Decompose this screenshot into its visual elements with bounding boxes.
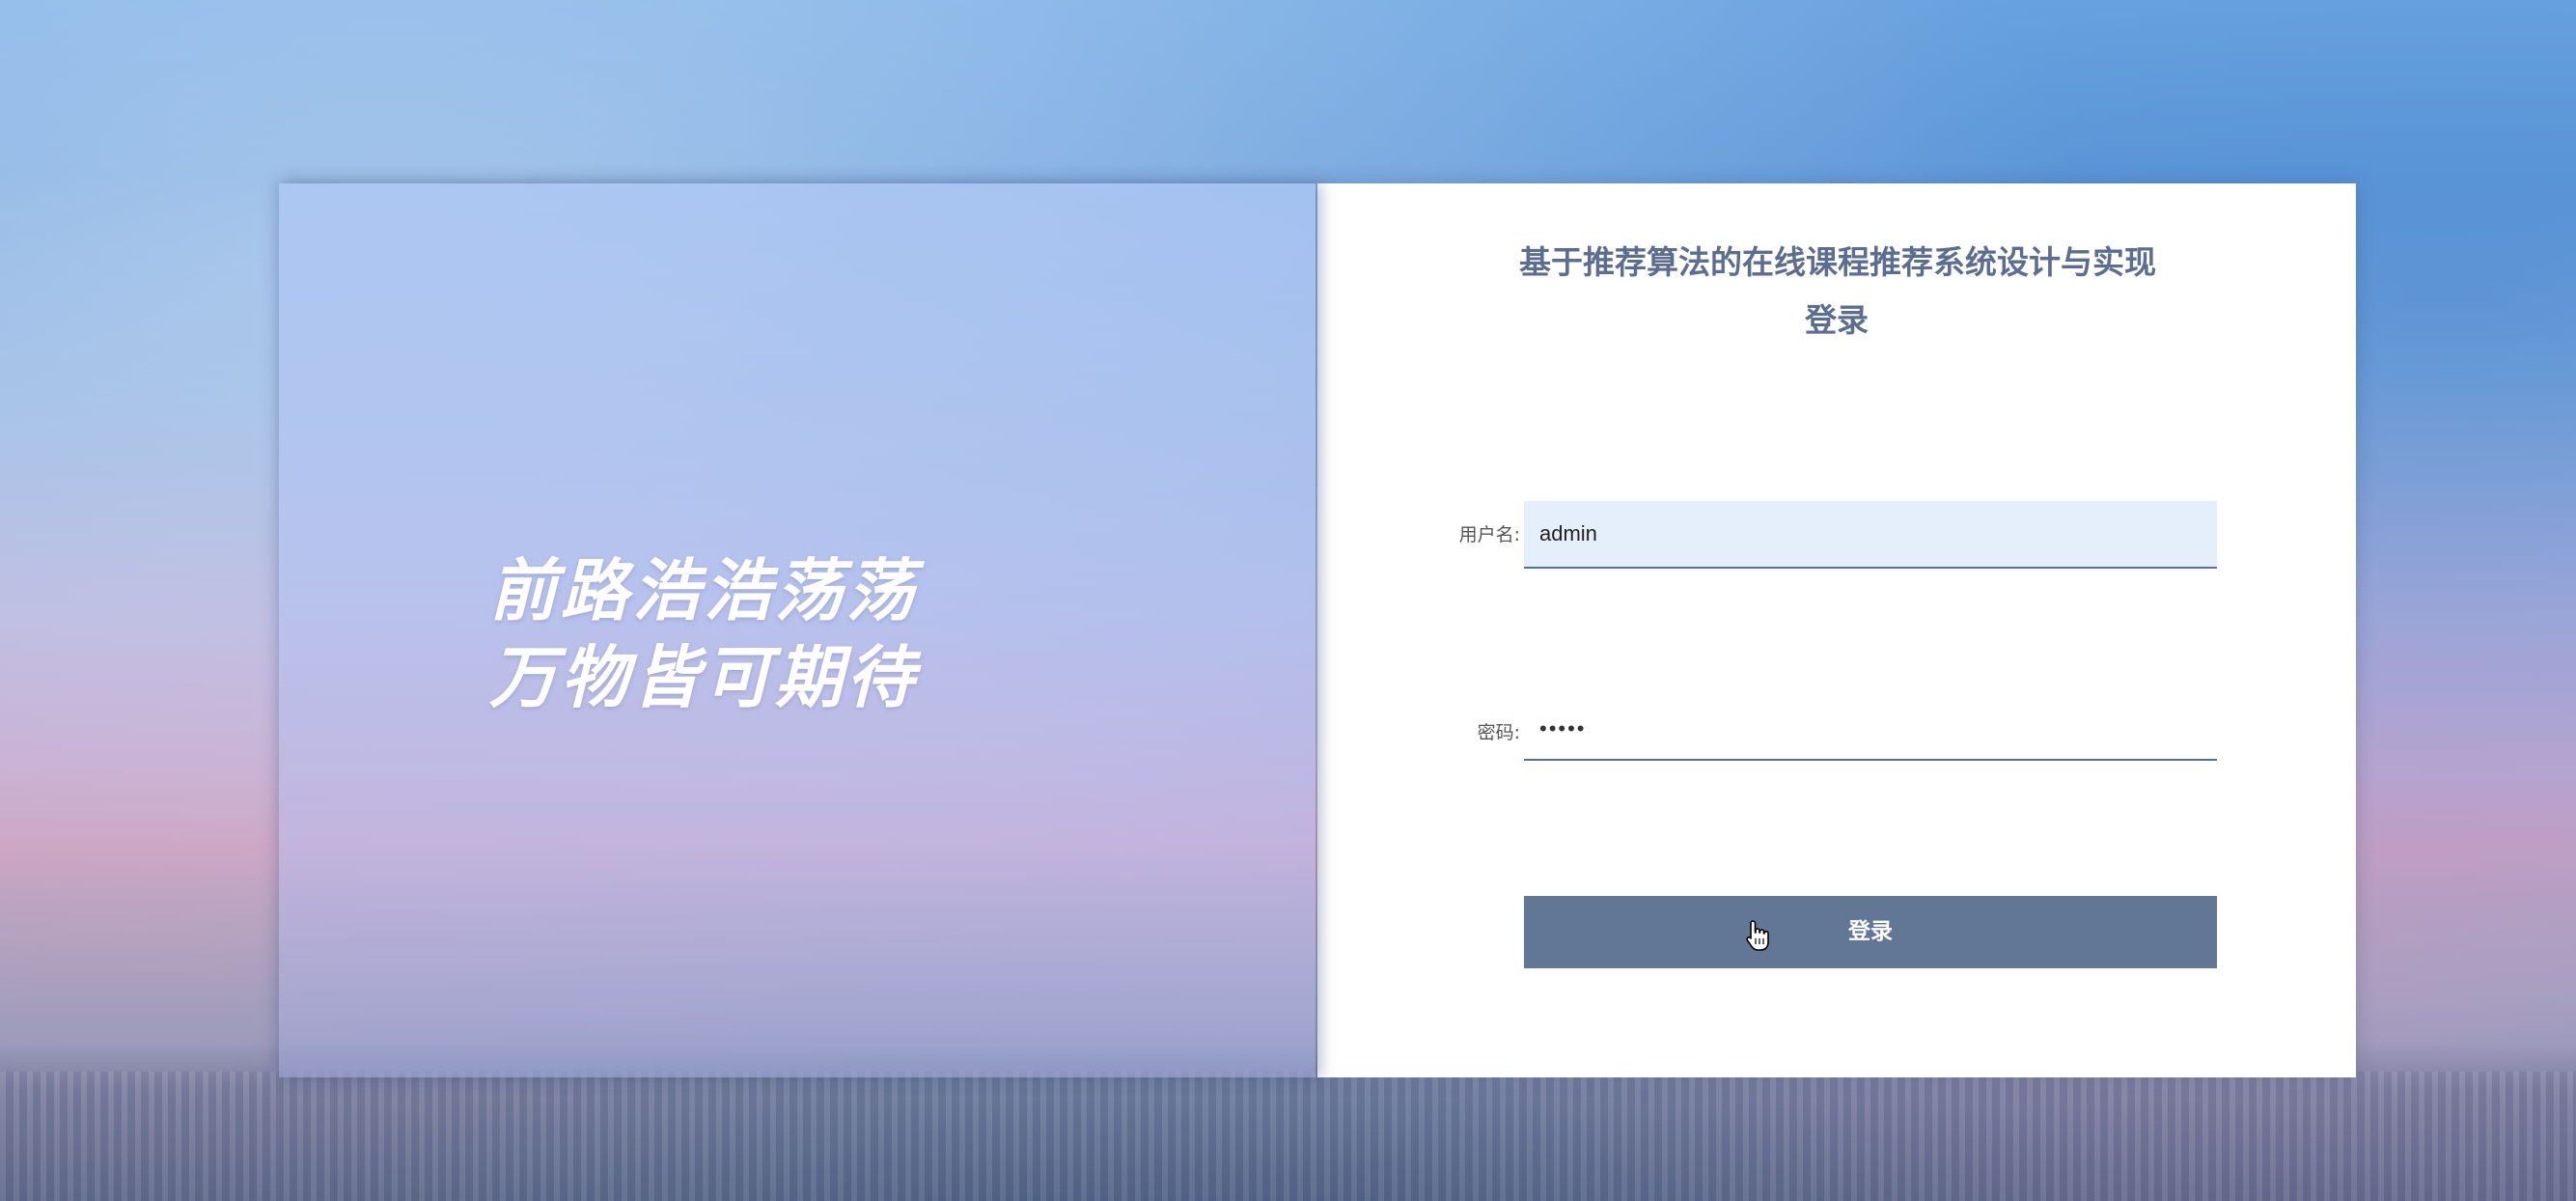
login-card: 前路浩浩荡荡 万物皆可期待 基于推荐算法的在线课程推荐系统设计与实现 登录 用户…: [279, 183, 2356, 1077]
slogan-line-1: 前路浩浩荡荡: [489, 551, 918, 630]
page-title: 基于推荐算法的在线课程推荐系统设计与实现 登录: [1317, 234, 2356, 349]
password-input[interactable]: •••••: [1524, 697, 2217, 761]
slogan-text: 前路浩浩荡荡 万物皆可期待: [489, 547, 1165, 721]
login-button[interactable]: 登录: [1524, 896, 2217, 968]
username-input[interactable]: [1524, 501, 2217, 569]
slogan-panel: 前路浩浩荡荡 万物皆可期待: [279, 183, 1316, 1077]
login-form-panel: 基于推荐算法的在线课程推荐系统设计与实现 登录 用户名: 密码: ••••• 登…: [1317, 183, 2356, 1077]
username-label: 用户名:: [1458, 524, 1520, 545]
login-heading: 登录: [1805, 301, 1869, 339]
slogan-line-2: 万物皆可期待: [489, 638, 918, 717]
password-label: 密码:: [1477, 722, 1520, 743]
hand-pointer-icon: [1745, 919, 1770, 952]
system-title: 基于推荐算法的在线课程推荐系统设计与实现: [1519, 243, 2156, 281]
